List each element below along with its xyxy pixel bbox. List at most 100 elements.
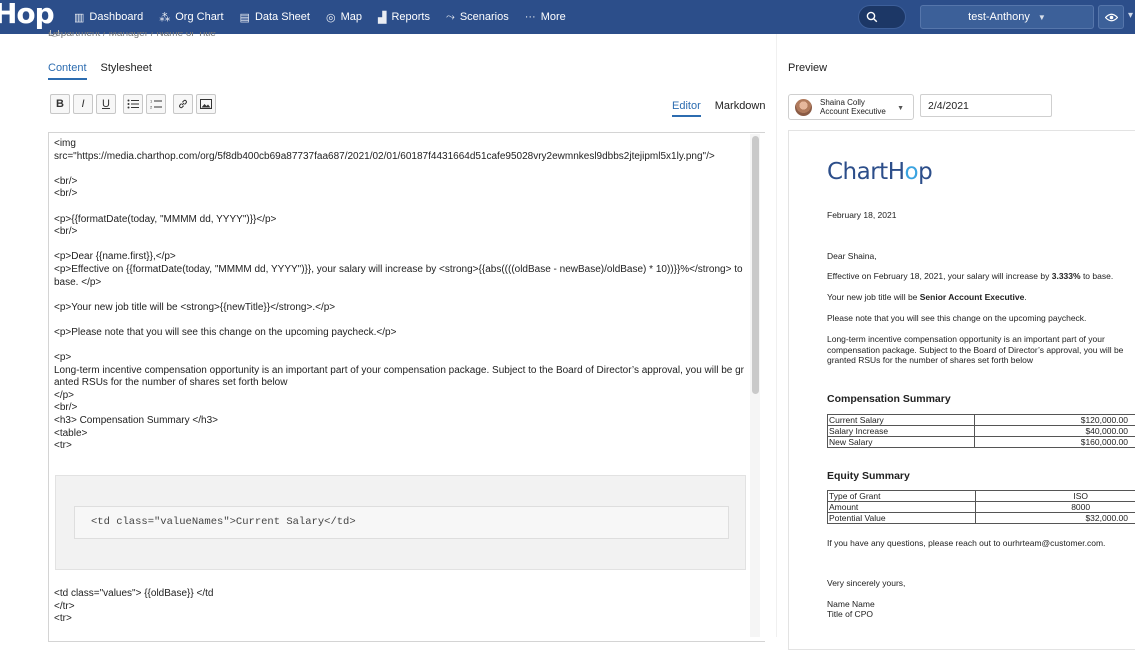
svg-text:1: 1 [150, 99, 153, 104]
svg-text:2: 2 [150, 105, 153, 110]
code-block-content[interactable]: <td class="valueNames">Current Salary</t… [74, 506, 729, 539]
letter-effective: Effective on February 18, 2021, your sal… [827, 271, 1135, 282]
charthop-logo[interactable]: Hop [0, 0, 54, 30]
image-icon [200, 99, 212, 109]
link-icon [177, 98, 189, 110]
signer-name: Name Name [827, 599, 1135, 610]
letter-greeting: Dear Shaina, [827, 251, 1135, 262]
bullet-list-icon [127, 99, 139, 109]
table-row: New Salary$160,000.00 [828, 437, 1135, 448]
table-icon: ▤ [240, 11, 250, 24]
user-selector[interactable]: test-Anthony▼ [920, 5, 1094, 29]
code-line[interactable]: <table> [54, 428, 744, 441]
tab-content[interactable]: Content [48, 62, 87, 80]
partial-field-label: Department / Manager / Name or Title [48, 32, 216, 38]
code-line[interactable]: <h3> Compensation Summary </h3> [54, 415, 744, 428]
letter-date: February 18, 2021 [827, 210, 1135, 221]
panel-divider [776, 34, 777, 637]
globe-icon: ◎ [326, 11, 336, 24]
code-line[interactable] [54, 289, 744, 302]
code-line[interactable] [54, 239, 744, 252]
avatar [795, 99, 812, 116]
preview-heading: Preview [788, 62, 827, 74]
nav-more[interactable]: ···More [525, 11, 566, 23]
tab-editor[interactable]: Editor [672, 100, 701, 117]
code-line[interactable]: <p> [54, 352, 744, 365]
link-button[interactable] [173, 94, 193, 114]
code-line[interactable] [54, 163, 744, 176]
code-line[interactable] [54, 340, 744, 353]
person-name: Shaina Colly [820, 98, 886, 107]
more-dots-icon: ··· [525, 11, 536, 23]
preview-date-input[interactable]: 2/4/2021 [920, 94, 1052, 117]
chevron-down-icon: ▼ [1038, 13, 1046, 22]
chevron-down-icon: ▼ [897, 105, 904, 112]
table-row: Current Salary$120,000.00 [828, 415, 1135, 426]
code-line[interactable]: <tr> [54, 440, 744, 453]
content-tabs: Content Stylesheet [48, 62, 166, 80]
top-nav-bar: Hop ▥Dashboard ⁂Org Chart ▤Data Sheet ◎M… [0, 0, 1135, 34]
editor-mode-tabs: Editor Markdown [672, 100, 780, 117]
html-editor[interactable]: <imgsrc="https://media.charthop.com/org/… [48, 132, 765, 642]
compensation-heading: Compensation Summary [827, 393, 951, 405]
letter-closing: Very sincerely yours, [827, 578, 1135, 589]
letter-note: Please note that you will see this chang… [827, 313, 1135, 324]
org-chart-icon: ⁂ [159, 11, 170, 24]
bold-button[interactable]: B [50, 94, 70, 114]
editor-text-after-block[interactable]: <td class="values"> {{oldBase}} </td</tr… [54, 588, 213, 626]
preview-person-select[interactable]: Shaina Colly Account Executive ▼ [788, 94, 914, 120]
table-row: Amount8000 [828, 502, 1135, 513]
charthop-letter-logo: ChartHop [827, 159, 932, 185]
code-line[interactable]: <img [54, 138, 744, 151]
code-line[interactable]: <br/> [54, 188, 744, 201]
eye-icon [1105, 13, 1118, 22]
code-block[interactable]: <td class="valueNames">Current Salary</t… [55, 475, 746, 570]
letter-lti: Long-term incentive compensation opportu… [827, 334, 1135, 366]
view-as-button[interactable] [1098, 5, 1124, 29]
editor-scrollbar-thumb[interactable] [752, 136, 759, 394]
code-line[interactable] [54, 314, 744, 327]
code-line[interactable]: src="https://media.charthop.com/org/5f8d… [54, 151, 744, 164]
compensation-table: Current Salary$120,000.00 Salary Increas… [827, 414, 1135, 448]
code-line[interactable]: <p>{{formatDate(today, "MMMM dd, YYYY")}… [54, 214, 744, 227]
code-line[interactable]: <td class="values"> {{oldBase}} </td [54, 588, 213, 601]
code-line[interactable]: <p>Dear {{name.first}},</p> [54, 251, 744, 264]
code-line[interactable]: <p>Please note that you will see this ch… [54, 327, 744, 340]
image-button[interactable] [196, 94, 216, 114]
nav-scenarios[interactable]: ⤳Scenarios [446, 11, 509, 24]
code-line[interactable]: </tr> [54, 601, 213, 614]
code-line[interactable]: <br/> [54, 226, 744, 239]
equity-heading: Equity Summary [827, 470, 910, 482]
editor-text[interactable]: <imgsrc="https://media.charthop.com/org/… [54, 138, 744, 453]
letter-questions: If you have any questions, please reach … [827, 538, 1135, 549]
numbered-list-button[interactable]: 12 [146, 94, 166, 114]
code-line[interactable]: </p> [54, 390, 744, 403]
chevron-down-icon[interactable]: ▾ [1128, 10, 1133, 21]
tab-markdown[interactable]: Markdown [715, 100, 766, 117]
code-line[interactable]: Long-term incentive compensation opportu… [54, 365, 744, 390]
nav-map[interactable]: ◎Map [326, 11, 362, 24]
nav-dashboard[interactable]: ▥Dashboard [74, 11, 143, 24]
code-line[interactable]: <br/> [54, 176, 744, 189]
numbered-list-icon: 12 [150, 99, 162, 109]
table-row: Potential Value$32,000.00 [828, 513, 1135, 524]
equity-table: Type of GrantISO Amount8000 Potential Va… [827, 490, 1135, 524]
code-line[interactable] [54, 201, 744, 214]
code-line[interactable]: <p>Your new job title will be <strong>{{… [54, 302, 744, 315]
letter-new-title: Your new job title will be Senior Accoun… [827, 292, 1135, 303]
person-title: Account Executive [820, 107, 886, 116]
code-line[interactable]: <br/> [54, 402, 744, 415]
italic-button[interactable]: I [73, 94, 93, 114]
code-line[interactable]: <tr> [54, 613, 213, 626]
signer-title: Title of CPO [827, 609, 1135, 620]
nav-data-sheet[interactable]: ▤Data Sheet [240, 11, 310, 24]
search-button[interactable] [858, 5, 906, 29]
main-nav: ▥Dashboard ⁂Org Chart ▤Data Sheet ◎Map ▟… [74, 0, 582, 34]
underline-button[interactable]: U [96, 94, 116, 114]
search-icon [866, 11, 878, 23]
tab-stylesheet[interactable]: Stylesheet [101, 62, 152, 80]
nav-org-chart[interactable]: ⁂Org Chart [159, 11, 223, 24]
nav-reports[interactable]: ▟Reports [378, 11, 430, 24]
bullet-list-button[interactable] [123, 94, 143, 114]
code-line[interactable]: <p>Effective on {{formatDate(today, "MMM… [54, 264, 744, 289]
